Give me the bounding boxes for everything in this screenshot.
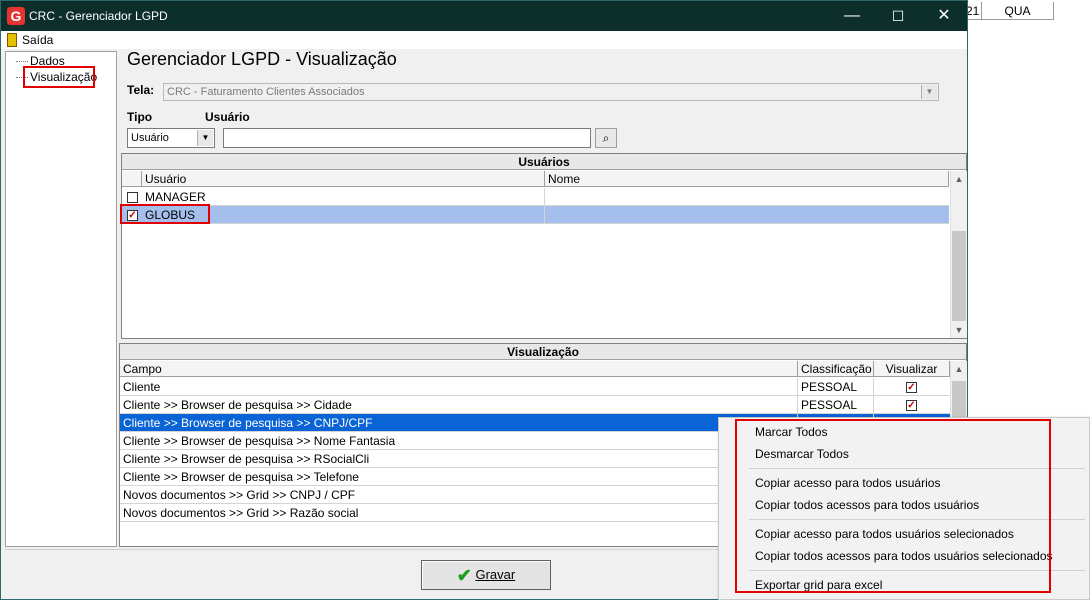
menu-exit[interactable]: Saída [22, 33, 53, 47]
chevron-down-icon[interactable]: ▼ [197, 130, 213, 146]
check-icon: ✔ [456, 565, 472, 586]
users-row[interactable]: MANAGER [122, 188, 949, 206]
view-col-classificacao[interactable]: Classificação [798, 361, 874, 377]
visualizar-checkbox-checked[interactable]: ✓ [906, 382, 917, 393]
context-menu: Marcar Todos Desmarcar Todos Copiar aces… [718, 417, 1090, 600]
page-title: Gerenciador LGPD - Visualização [127, 49, 397, 69]
background-cell-day: QUA [982, 2, 1054, 20]
view-cell-visualizar[interactable]: ✓ [874, 396, 950, 414]
view-row[interactable]: Cliente PESSOAL ✓ [120, 378, 950, 396]
usuario-label: Usuário [205, 110, 250, 124]
title-bar[interactable]: G CRC - Gerenciador LGPD — ☐ ✕ [1, 1, 967, 31]
close-button[interactable]: ✕ [921, 1, 967, 31]
view-row[interactable]: Cliente >> Browser de pesquisa >> Cidade… [120, 396, 950, 414]
window-title: CRC - Gerenciador LGPD [29, 9, 168, 23]
save-button[interactable]: ✔ Gravar [421, 560, 551, 590]
tipo-label: Tipo [127, 110, 153, 124]
background-grid-row: 21 QUA [966, 2, 1090, 20]
background-cell: 21 [966, 2, 982, 20]
annotation-box-user [120, 204, 210, 224]
binoculars-icon: ⌕ [602, 131, 610, 145]
app-logo-icon: G [7, 7, 25, 25]
user-checkbox[interactable] [127, 192, 138, 203]
navigation-tree: Dados Visualização [5, 51, 117, 547]
exit-door-icon [7, 33, 17, 47]
scroll-up-icon[interactable]: ▲ [951, 361, 967, 377]
save-button-label: Gravar [475, 567, 516, 582]
tela-select: CRC - Faturamento Clientes Associados ▼ [163, 83, 939, 101]
annotation-box-tree [23, 66, 95, 88]
users-scrollbar[interactable]: ▲ ▼ [950, 171, 967, 338]
view-col-visualizar[interactable]: Visualizar [874, 361, 950, 377]
minimize-button[interactable]: — [829, 1, 875, 31]
view-cell-campo: Cliente [120, 378, 798, 396]
view-cell-campo: Cliente >> Browser de pesquisa >> Nome F… [120, 432, 798, 450]
search-binoculars-button[interactable]: ⌕ [595, 128, 617, 148]
scroll-down-icon[interactable]: ▼ [951, 322, 967, 338]
view-cell-campo: Novos documentos >> Grid >> CNPJ / CPF [120, 486, 798, 504]
visualizar-checkbox-checked[interactable]: ✓ [906, 400, 917, 411]
users-grid: Usuários Usuário Nome MANAGER ✓ GLOBUS ▲… [120, 153, 967, 339]
view-col-campo[interactable]: Campo [120, 361, 798, 377]
usuario-input[interactable] [223, 128, 591, 148]
view-cell-campo: Novos documentos >> Grid >> Razão social [120, 504, 798, 522]
view-cell-campo: Cliente >> Browser de pesquisa >> Telefo… [120, 468, 798, 486]
users-grid-title: Usuários [122, 154, 966, 170]
view-cell-classificacao: PESSOAL [798, 396, 874, 414]
tipo-select-value: Usuário [131, 132, 169, 144]
tipo-select[interactable]: Usuário ▼ [127, 128, 215, 148]
view-cell-visualizar[interactable]: ✓ [874, 378, 950, 396]
users-row-selected[interactable]: ✓ GLOBUS [122, 206, 949, 224]
tree-connector [16, 61, 28, 62]
scroll-up-icon[interactable]: ▲ [951, 171, 967, 187]
chevron-down-icon: ▼ [921, 85, 937, 99]
view-cell-classificacao: PESSOAL [798, 378, 874, 396]
user-fullname [545, 206, 949, 224]
view-cell-campo: Cliente >> Browser de pesquisa >> CNPJ/C… [120, 414, 798, 432]
view-cell-campo: Cliente >> Browser de pesquisa >> Cidade [120, 396, 798, 414]
view-cell-campo: Cliente >> Browser de pesquisa >> RSocia… [120, 450, 798, 468]
tela-label: Tela: [127, 83, 155, 97]
users-col-nome[interactable]: Nome [545, 171, 949, 187]
tela-select-value: CRC - Faturamento Clientes Associados [167, 86, 365, 98]
scroll-thumb[interactable] [952, 231, 966, 321]
users-col-check [122, 171, 142, 187]
menu-bar: Saída [1, 31, 967, 49]
user-fullname [545, 188, 949, 206]
users-col-usuario[interactable]: Usuário [142, 171, 545, 187]
maximize-button[interactable]: ☐ [875, 1, 921, 31]
annotation-box-context-menu [735, 419, 1051, 593]
view-grid-title: Visualização [120, 344, 966, 360]
